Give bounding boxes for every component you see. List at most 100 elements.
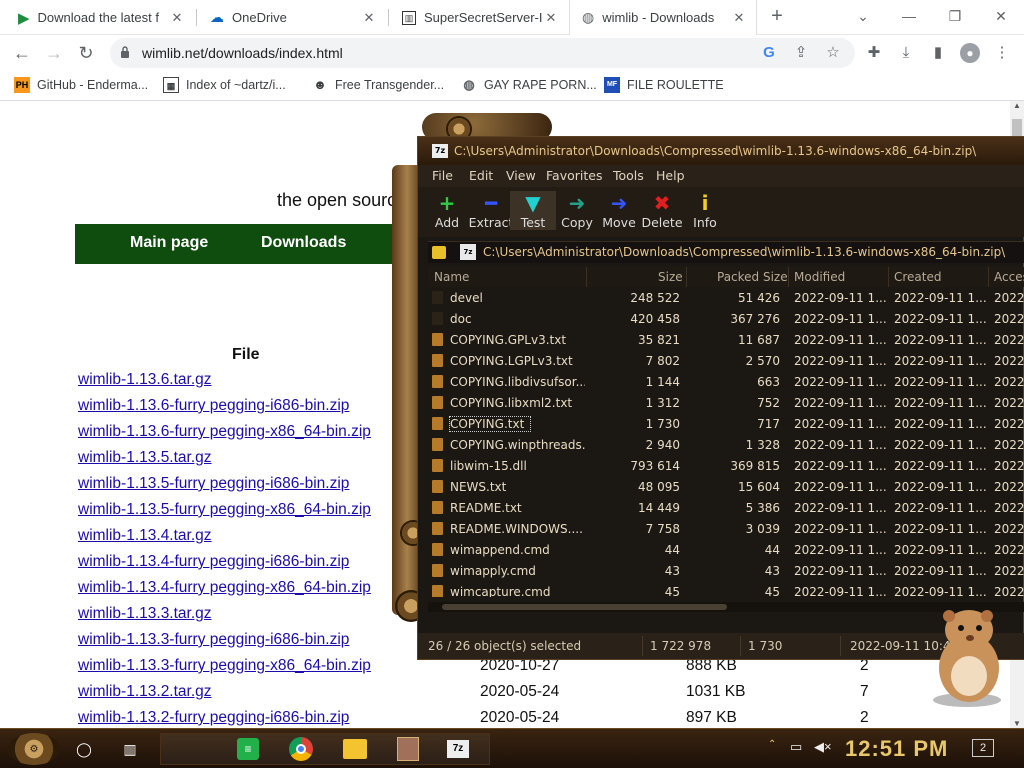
file-download-link[interactable]: wimlib-1.13.4.tar.gz <box>78 527 212 545</box>
archive-entry-row[interactable]: wimcapture.cmd 45 45 2022-09-11 1... 2022-09… <box>428 581 1024 597</box>
file-download-link[interactable]: wimlib-1.13.6-furry pegging-x86_64-bin.z… <box>78 423 371 441</box>
extract-button[interactable]: ━ Extract <box>468 191 514 230</box>
minimize-button[interactable]: — <box>894 5 924 27</box>
menu-favorites[interactable]: Favorites <box>546 168 602 183</box>
reload-icon[interactable]: ↻ <box>74 41 98 65</box>
bookmark-file-roulette[interactable]: MF FILE ROULETTE <box>604 77 724 93</box>
bookmark-star-icon[interactable]: ☆ <box>824 44 842 62</box>
sheets-app-icon[interactable]: ≡ <box>237 738 259 760</box>
file-download-link[interactable]: wimlib-1.13.4-furry pegging-i686-bin.zip <box>78 553 349 571</box>
entry-modified: 2022-09-11 1... <box>794 438 887 452</box>
nav-main-page[interactable]: Main page <box>130 234 208 252</box>
sevenzip-path-bar[interactable]: 7z C:\Users\Administrator\Downloads\Comp… <box>428 241 1024 263</box>
move-button[interactable]: ➜ Move <box>596 191 642 230</box>
nav-downloads[interactable]: Downloads <box>261 234 346 252</box>
menu-help[interactable]: Help <box>656 168 685 183</box>
archive-entry-row[interactable]: COPYING.GPLv3.txt 35 821 11 687 2022-09-11 … <box>428 329 1024 350</box>
file-download-link[interactable]: wimlib-1.13.6-furry pegging-i686-bin.zip <box>78 397 349 415</box>
chrome-app-icon[interactable] <box>289 737 313 761</box>
archive-entry-row[interactable]: COPYING.LGPLv3.txt 7 802 2 570 2022-09-11 1… <box>428 350 1024 371</box>
close-icon[interactable]: ✕ <box>542 10 560 26</box>
col-created[interactable]: Created <box>894 270 942 284</box>
archive-entry-row[interactable]: wimappend.cmd 44 44 2022-09-11 1... 2022-09-… <box>428 539 1024 560</box>
menu-file[interactable]: File <box>432 168 453 183</box>
file-download-link[interactable]: wimlib-1.13.3-furry pegging-i686-bin.zip <box>78 631 349 649</box>
forward-arrow-icon[interactable]: → <box>42 41 66 65</box>
file-download-link[interactable]: wimlib-1.13.2-furry pegging-i686-bin.zip <box>78 709 349 727</box>
bookmark-free-transgender[interactable]: ☻ Free Transgender... <box>312 77 444 93</box>
col-modified[interactable]: Modified <box>794 270 845 284</box>
file-explorer-icon[interactable] <box>343 739 367 759</box>
folder-up-icon[interactable] <box>432 246 446 259</box>
file-download-link[interactable]: wimlib-1.13.2.tar.gz <box>78 683 212 701</box>
start-button[interactable]: ⚙ <box>8 733 60 765</box>
close-icon[interactable]: ✕ <box>730 10 748 26</box>
notifications-icon[interactable]: 2 <box>972 739 994 757</box>
tab-wimlib-downloads[interactable]: ◍ wimlib - Downloads ✕ <box>570 0 756 35</box>
archive-entry-row[interactable]: libwim-15.dll 793 614 369 815 2022-09-11 1.… <box>428 455 1024 476</box>
archive-entry-row[interactable]: README.WINDOWS.... 7 758 3 039 2022-09-11 1… <box>428 518 1024 539</box>
archive-entry-row[interactable]: NEWS.txt 48 095 15 604 2022-09-11 1... 2022-… <box>428 476 1024 497</box>
download-icon[interactable]: ⤓ <box>896 43 916 63</box>
copy-button[interactable]: ➜ Copy <box>554 191 600 230</box>
menu-tools[interactable]: Tools <box>613 168 644 183</box>
archive-entry-row[interactable]: wimapply.cmd 43 43 2022-09-11 1... 2022-09-1… <box>428 560 1024 581</box>
task-view-icon[interactable]: ▥ <box>116 733 144 765</box>
add-button[interactable]: + Add <box>424 191 470 230</box>
browser-toolbar: ← → ↻ wimlib.net/downloads/index.html G … <box>0 35 1024 71</box>
delete-button[interactable]: ✖ Delete <box>639 191 685 230</box>
file-download-link[interactable]: wimlib-1.13.6.tar.gz <box>78 371 212 389</box>
close-icon[interactable]: ✕ <box>360 10 378 26</box>
extensions-icon[interactable]: ✚ <box>864 43 884 63</box>
file-download-link[interactable]: wimlib-1.13.5-furry pegging-i686-bin.zip <box>78 475 349 493</box>
test-button[interactable]: ▼ Test <box>510 191 556 230</box>
menu-kebab-icon[interactable]: ⋮ <box>992 43 1012 63</box>
file-download-link[interactable]: wimlib-1.13.3-furry pegging-x86_64-bin.z… <box>78 657 371 675</box>
close-icon[interactable]: ✕ <box>168 10 186 26</box>
new-tab-button[interactable]: + <box>766 6 788 28</box>
tab-search-icon[interactable]: ⌄ <box>848 5 878 27</box>
volume-icon[interactable]: ◀× <box>814 739 832 755</box>
archive-entry-row[interactable]: README.txt 14 449 5 386 2022-09-11 1... 2022… <box>428 497 1024 518</box>
archive-entry-row[interactable]: COPYING.libdivsufsor... 1 144 663 2022-09-1… <box>428 371 1024 392</box>
share-icon[interactable]: ⇪ <box>792 44 810 62</box>
tab-download-latest[interactable]: ▶ Download the latest f ✕ <box>6 0 194 35</box>
col-packed-size[interactable]: Packed Size <box>717 270 788 284</box>
col-size[interactable]: Size <box>658 270 683 284</box>
bookmark-index-of-dartz[interactable]: ▦ Index of ~dartz/i... <box>163 77 286 93</box>
col-accessed[interactable]: Acces <box>994 270 1024 284</box>
google-translate-icon[interactable]: G <box>760 44 778 62</box>
close-window-button[interactable]: ✕ <box>986 5 1016 27</box>
archive-entry-row[interactable]: COPYING.winpthreads... 2 940 1 328 2022-09-… <box>428 434 1024 455</box>
bookmark-gay-rape[interactable]: ◍ GAY RAPE PORN... <box>461 77 596 93</box>
sevenzip-taskbar-icon[interactable]: 7z <box>447 740 469 758</box>
file-icon <box>432 543 443 556</box>
col-name[interactable]: Name <box>434 270 469 284</box>
profile-avatar-icon[interactable]: ● <box>960 43 980 63</box>
entry-packed-size: 663 <box>757 375 780 389</box>
file-download-link[interactable]: wimlib-1.13.5-furry pegging-x86_64-bin.z… <box>78 501 371 519</box>
network-icon[interactable]: ▭ <box>790 739 802 755</box>
file-download-link[interactable]: wimlib-1.13.4-furry pegging-x86_64-bin.z… <box>78 579 371 597</box>
search-circle-icon[interactable]: ◯ <box>70 733 98 765</box>
info-button[interactable]: i Info <box>682 191 728 230</box>
side-panel-icon[interactable]: ▮ <box>928 43 948 63</box>
back-arrow-icon[interactable]: ← <box>10 41 34 65</box>
taskbar-clock[interactable]: 12:51 PM <box>845 736 948 762</box>
menu-edit[interactable]: Edit <box>469 168 493 183</box>
furry-app-icon[interactable] <box>397 737 419 761</box>
bookmark-github[interactable]: PH GitHub - Enderma... <box>14 77 148 93</box>
tab-onedrive[interactable]: ☁ OneDrive ✕ <box>198 0 386 35</box>
sevenzip-titlebar[interactable]: 7z C:\Users\Administrator\Downloads\Comp… <box>418 137 1024 165</box>
restore-button[interactable]: ❐ <box>940 5 970 27</box>
tray-chevron-icon[interactable]: ⌃ <box>768 739 776 750</box>
archive-entry-row[interactable]: COPYING.libxml2.txt 1 312 752 2022-09-11 1.… <box>428 392 1024 413</box>
archive-entry-row[interactable]: devel 248 522 51 426 2022-09-11 1... 2022-09… <box>428 287 1024 308</box>
file-download-link[interactable]: wimlib-1.13.5.tar.gz <box>78 449 212 467</box>
archive-entry-row[interactable]: COPYING.txt 1 730 717 2022-09-11 1... 2022-0… <box>428 413 1024 434</box>
tab-supersecretserver[interactable]: ▥ SuperSecretServer-I ✕ <box>390 0 568 35</box>
menu-view[interactable]: View <box>506 168 536 183</box>
file-download-link[interactable]: wimlib-1.13.3.tar.gz <box>78 605 212 623</box>
archive-entry-row[interactable]: doc 420 458 367 276 2022-09-11 1... 2022-09-… <box>428 308 1024 329</box>
address-bar[interactable]: wimlib.net/downloads/index.html G ⇪ ☆ <box>110 38 855 68</box>
